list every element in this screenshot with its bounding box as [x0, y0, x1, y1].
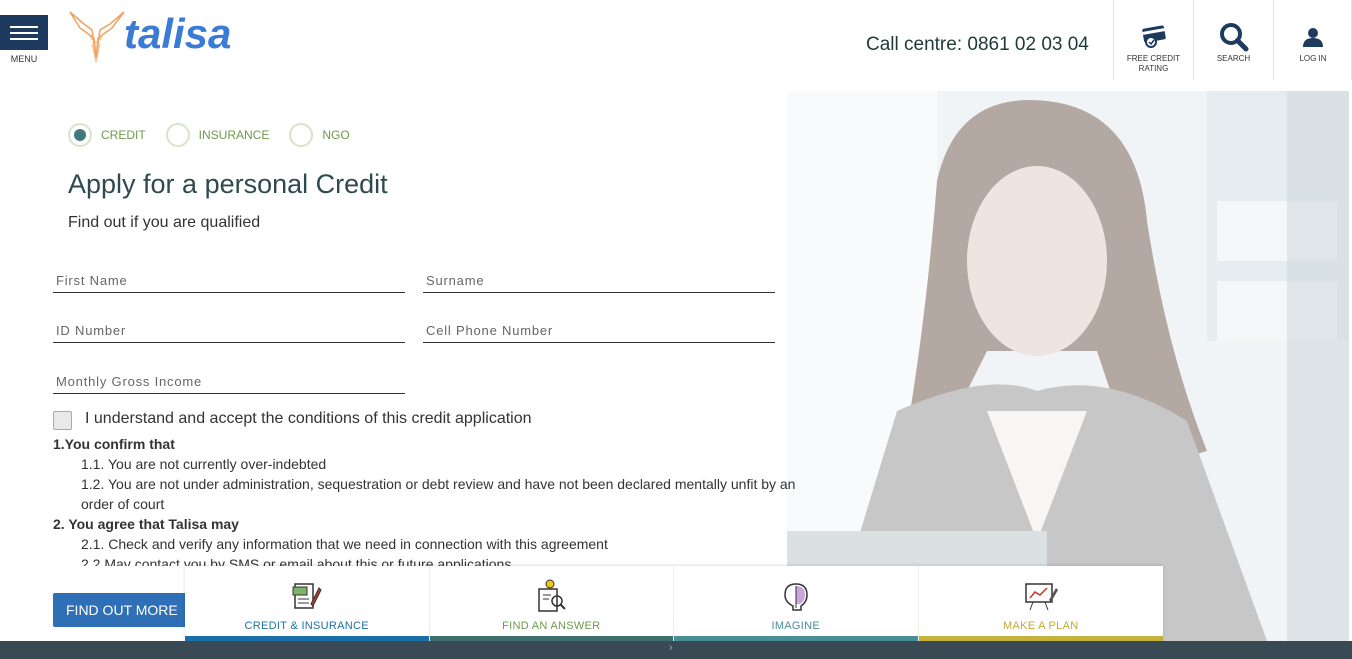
radio-ngo[interactable]: NGO [289, 123, 350, 147]
id-number-field[interactable] [53, 319, 405, 343]
radio-label: NGO [322, 128, 350, 142]
chevron-down-icon[interactable]: › [669, 642, 673, 654]
accept-terms-checkbox[interactable] [53, 411, 72, 430]
menu-label: MENU [10, 54, 38, 64]
credit-card-icon [1141, 25, 1166, 48]
terms-text: 1.You confirm that 1.1. You are not curr… [53, 434, 798, 566]
terms-heading-2: 2. You agree that Talisa may [53, 516, 239, 532]
terms-item: 2.1. Check and verify any information th… [81, 536, 608, 552]
free-credit-rating-label: FREE CREDIT RATING [1126, 54, 1181, 73]
terms-heading-1: 1.You confirm that [53, 436, 175, 452]
product-type-radio-group: CREDIT INSURANCE NGO [68, 123, 370, 147]
monthly-income-field[interactable] [53, 370, 405, 394]
hero-image [787, 91, 1349, 641]
search-icon [1219, 23, 1248, 52]
login-button[interactable]: LOG IN [1274, 0, 1352, 80]
bottom-tab-bar: CREDIT & INSURANCE FIND AN ANSWER IMAGIN… [185, 566, 1163, 641]
find-answer-icon [538, 579, 566, 612]
terms-item: 2.2.May contact you by SMS or email abou… [81, 556, 512, 566]
radio-label: CREDIT [101, 128, 146, 142]
search-label: SEARCH [1216, 54, 1251, 63]
radio-circle [289, 123, 314, 147]
user-icon [1303, 28, 1323, 47]
hamburger-icon [10, 25, 38, 28]
page-subtitle: Find out if you are qualified [68, 214, 261, 231]
tab-find-an-answer[interactable]: FIND AN ANSWER [429, 566, 674, 641]
radio-credit[interactable]: CREDIT [68, 123, 146, 147]
hamburger-icon [10, 37, 38, 40]
free-credit-rating-button[interactable]: FREE CREDIT RATING [1114, 0, 1193, 80]
terms-item: 1.2. You are not under administration, s… [81, 476, 796, 492]
find-out-more-button[interactable]: FIND OUT MORE [53, 593, 188, 627]
radio-circle [68, 123, 92, 147]
imagine-icon [783, 583, 808, 611]
footer-bar: › [0, 641, 1352, 659]
radio-insurance[interactable]: INSURANCE [165, 123, 270, 147]
tab-label: IMAGINE [771, 620, 821, 632]
hamburger-icon [10, 31, 38, 34]
cell-phone-field[interactable] [423, 319, 775, 343]
menu-button[interactable] [0, 15, 48, 50]
terms-item: 1.1. You are not currently over-indebted [81, 456, 327, 472]
surname-field[interactable] [423, 269, 775, 293]
accept-terms-label: I understand and accept the conditions o… [85, 410, 532, 427]
login-label: LOG IN [1299, 54, 1327, 63]
radio-selected-dot [74, 129, 86, 141]
phoenix-logo-icon [69, 11, 125, 63]
tab-label: CREDIT & INSURANCE [244, 620, 369, 632]
tab-make-a-plan[interactable]: MAKE A PLAN [918, 566, 1163, 641]
woman-at-laptop-image [787, 91, 1349, 641]
credit-insurance-icon [292, 583, 322, 609]
terms-item-continued: order of court [81, 496, 165, 512]
radio-label: INSURANCE [198, 128, 270, 142]
radio-circle [165, 123, 190, 147]
first-name-field[interactable] [53, 269, 405, 293]
make-plan-icon [1025, 583, 1058, 611]
tab-credit-insurance[interactable]: CREDIT & INSURANCE [185, 566, 430, 641]
tab-label: FIND AN ANSWER [502, 620, 601, 632]
logo-text: talisa [124, 10, 232, 57]
search-button[interactable]: SEARCH [1194, 0, 1273, 80]
tab-imagine[interactable]: IMAGINE [674, 566, 919, 641]
page-title: Apply for a personal Credit [68, 169, 388, 199]
tab-label: MAKE A PLAN [1003, 620, 1079, 632]
call-centre-number[interactable]: Call centre: 0861 02 03 04 [866, 34, 1089, 56]
